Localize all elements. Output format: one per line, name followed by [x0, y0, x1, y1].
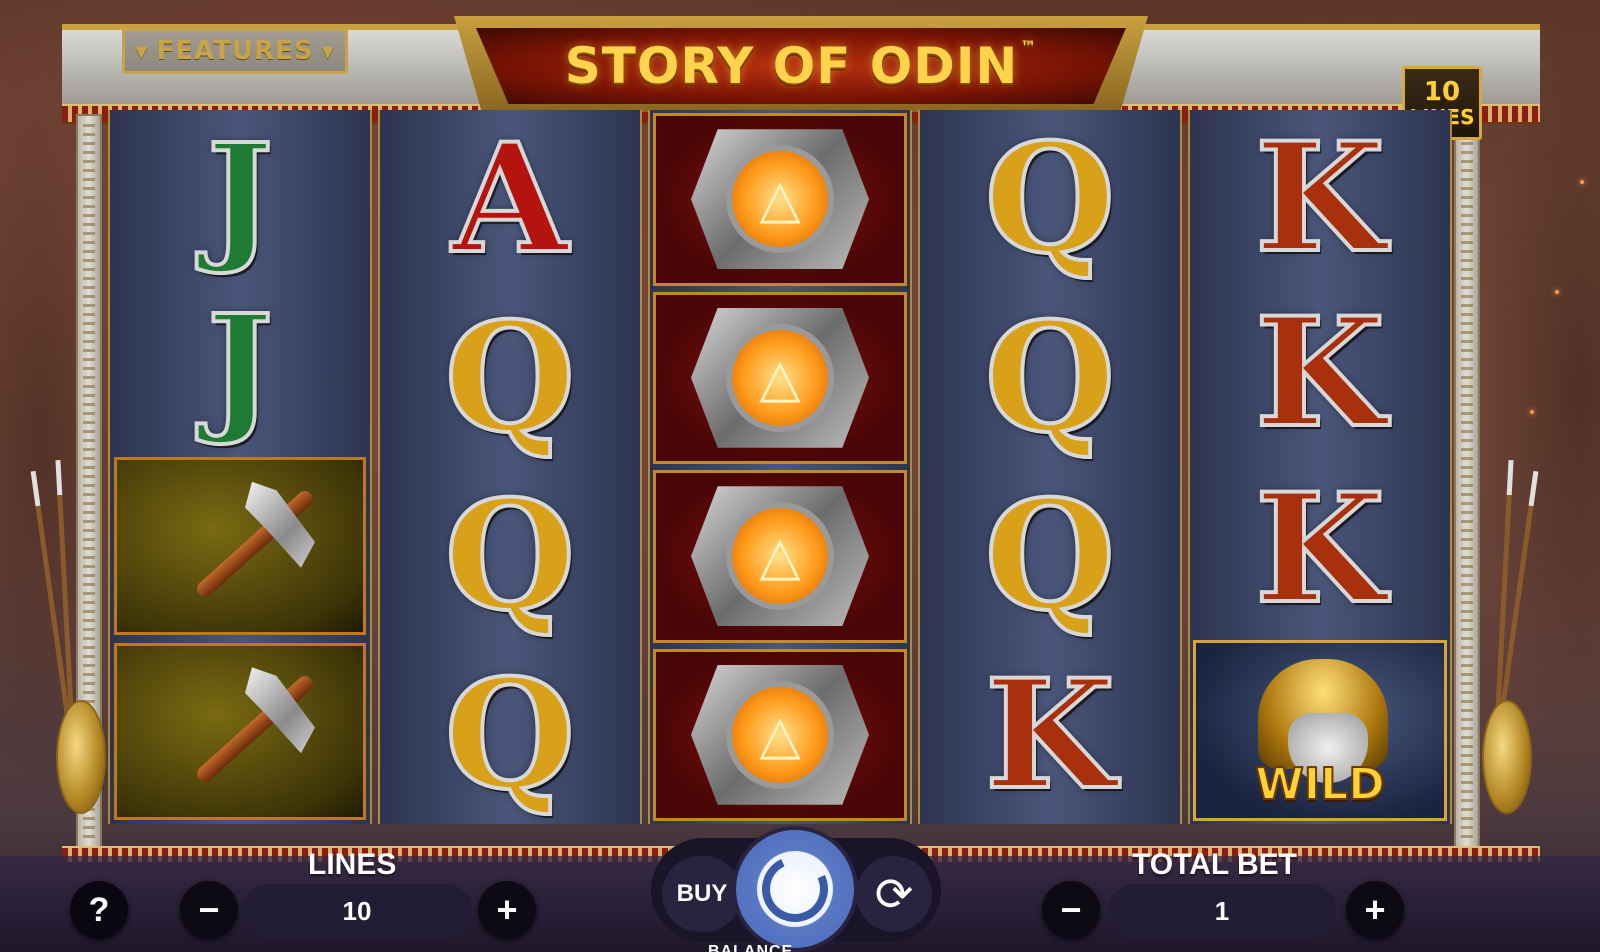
card-symbol-k: K	[1190, 110, 1450, 286]
symbol-letter: A	[450, 111, 570, 288]
card-symbol-k: K	[920, 646, 1180, 825]
lines-increase-button[interactable]: +	[478, 881, 536, 939]
wild-symbol: WILD	[1193, 639, 1447, 821]
ember-spark	[1580, 180, 1584, 184]
features-button[interactable]: ▼ FEATURES ▼	[122, 28, 348, 74]
reel-4: QQQK	[918, 110, 1182, 824]
symbol-letter: J	[205, 285, 275, 450]
reel-grid: J J A Q Q Q △ △ △ △ Q Q Q K K K K WILD	[108, 110, 1452, 824]
lines-label: LINES	[308, 848, 397, 881]
game-logo: STORY OF ODIN ™	[476, 28, 1126, 104]
symbol-letter: Q	[983, 289, 1118, 466]
help-button[interactable]: ?	[70, 881, 128, 939]
game-title: STORY OF ODIN ™	[564, 37, 1038, 95]
axe-icon	[140, 661, 340, 801]
reel-5: K K K WILD	[1188, 110, 1452, 824]
axe-icon	[140, 476, 340, 616]
features-label: FEATURES	[156, 36, 314, 66]
card-symbol-q: Q	[920, 289, 1180, 468]
card-symbol-a: A	[380, 110, 640, 289]
symbol-letter: K	[1253, 460, 1387, 637]
card-symbol-j: J	[110, 110, 370, 282]
spin-button[interactable]	[736, 830, 854, 948]
reel-2: AQQQ	[378, 110, 642, 824]
valknut-symbol: △	[653, 470, 907, 643]
axe-symbol	[114, 642, 366, 820]
valknut-symbol: △	[653, 648, 907, 821]
bet-increase-button[interactable]: +	[1346, 881, 1404, 939]
card-symbol-j: J	[110, 282, 370, 454]
lines-badge-number: 10	[1423, 77, 1461, 107]
valknut-symbol: △	[653, 291, 907, 464]
symbol-letter: Q	[443, 289, 578, 466]
symbol-letter: K	[983, 646, 1117, 823]
right-pillar	[1454, 114, 1480, 852]
ember-spark	[1555, 290, 1559, 294]
card-symbol-k: K	[1190, 461, 1450, 637]
balance-label: BALANCE	[708, 944, 793, 952]
valknut-icon: △	[691, 486, 869, 627]
lines-decrease-button[interactable]: −	[180, 881, 238, 939]
shield-right	[1482, 700, 1532, 814]
shield-left	[56, 700, 106, 814]
spin-icon	[752, 846, 838, 932]
symbol-letter: Q	[983, 468, 1118, 645]
symbol-letter: J	[205, 113, 275, 278]
symbol-letter: K	[1253, 285, 1387, 462]
bet-decrease-button[interactable]: −	[1042, 881, 1100, 939]
valknut-icon: △	[691, 129, 869, 270]
symbol-letter: Q	[983, 111, 1118, 288]
card-symbol-q: Q	[380, 467, 640, 646]
buy-feature-button[interactable]: BUY	[662, 856, 742, 932]
card-symbol-q: Q	[920, 467, 1180, 646]
total-bet-value: 1	[1108, 884, 1336, 938]
reel-3: △ △ △ △	[648, 110, 912, 824]
autoplay-button[interactable]: ⟳	[856, 856, 932, 932]
chevron-down-icon: ▼	[321, 41, 335, 61]
axe-symbol	[114, 457, 366, 635]
symbol-letter: Q	[443, 646, 578, 823]
chevron-down-icon: ▼	[135, 41, 149, 61]
valknut-icon: △	[691, 307, 869, 448]
symbol-letter: K	[1253, 109, 1387, 286]
valknut-icon: △	[691, 664, 869, 805]
wild-label: WILD	[1254, 758, 1385, 811]
lines-value: 10	[242, 884, 472, 938]
autoplay-icon: ⟳	[874, 868, 914, 920]
valknut-symbol: △	[653, 113, 907, 286]
card-symbol-k: K	[1190, 286, 1450, 462]
symbol-letter: Q	[443, 468, 578, 645]
card-symbol-q: Q	[920, 110, 1180, 289]
reel-1: JJ	[108, 110, 372, 824]
total-bet-label: TOTAL BET	[1132, 848, 1297, 881]
card-symbol-q: Q	[380, 289, 640, 468]
card-symbol-q: Q	[380, 646, 640, 825]
